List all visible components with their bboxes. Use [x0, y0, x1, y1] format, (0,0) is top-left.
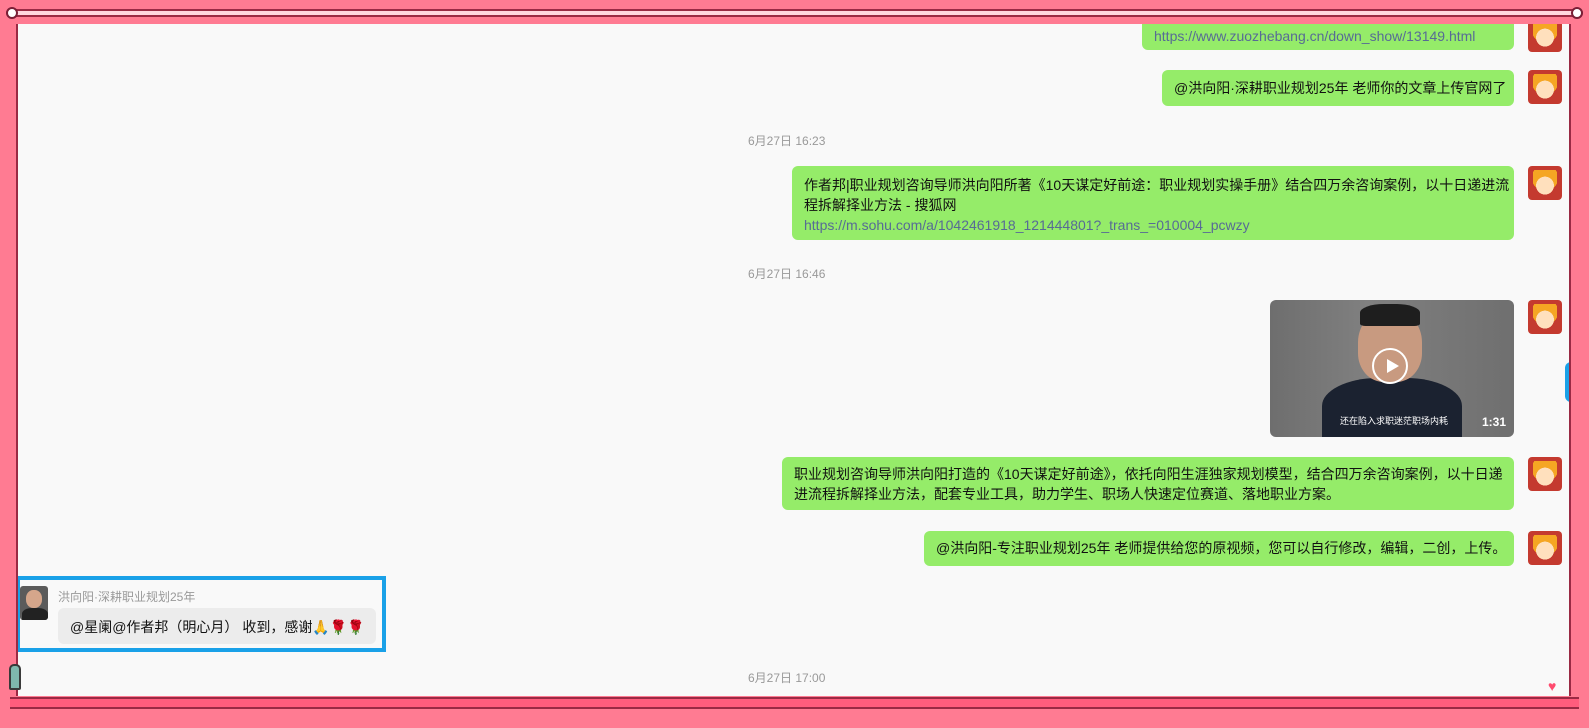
video-message[interactable]: 还在陷入求职迷茫职场内耗 1:31: [1270, 300, 1514, 437]
video-duration: 1:31: [1481, 415, 1506, 429]
my-avatar[interactable]: [1528, 300, 1562, 334]
message-link[interactable]: https://www.zuozhebang.cn/down_show/1314…: [1154, 28, 1475, 44]
side-collapse-tab[interactable]: [1565, 362, 1569, 402]
message-text-line: 进流程拆解择业方法，配套专业工具，助力学生、职场人快速定位赛道、落地职业方案。: [794, 486, 1340, 502]
message-text: @洪向阳-专注职业规划25年 老师提供给您的原视频，您可以自行修改，编辑，二创，…: [936, 540, 1507, 556]
message-bubble-link[interactable]: https://www.zuozhebang.cn/down_show/1314…: [1142, 24, 1514, 50]
my-avatar[interactable]: [1528, 24, 1562, 52]
frame-bottom-bar: [10, 697, 1579, 709]
message-text-line: 作者邦|职业规划咨询导师洪向阳所著《10天谋定好前途：职业规划实操手册》结合四万…: [804, 177, 1510, 193]
message-text-line: 程拆解择业方法 - 搜狐网: [804, 197, 957, 213]
frame-top-bar: [6, 9, 1583, 17]
frame-knob-left-icon: [6, 7, 18, 19]
timestamp: 6月27日 16:46: [748, 267, 826, 281]
heart-icon: ♥: [1548, 678, 1557, 694]
message-bubble[interactable]: 职业规划咨询导师洪向阳打造的《10天谋定好前途》，依托向阳生涯独家规划模型，结合…: [782, 457, 1514, 510]
frame-knob-right-icon: [1571, 7, 1583, 19]
my-avatar[interactable]: [1528, 531, 1562, 565]
message-text: @洪向阳·深耕职业规划25年 老师你的文章上传官网了: [1174, 80, 1507, 96]
sender-avatar[interactable]: [20, 586, 48, 620]
my-avatar[interactable]: [1528, 457, 1562, 491]
message-bubble[interactable]: @洪向阳·深耕职业规划25年 老师你的文章上传官网了: [1162, 70, 1514, 106]
timestamp: 6月27日 17:00: [748, 671, 826, 685]
timestamp: 6月27日 16:23: [748, 134, 826, 148]
message-link[interactable]: https://m.sohu.com/a/1042461918_12144480…: [804, 215, 1502, 235]
sender-name: 洪向阳·深耕职业规划25年: [58, 590, 196, 604]
received-bubble[interactable]: @星阑@作者邦（明心月） 收到，感谢🙏🌹🌹: [58, 608, 376, 644]
message-bubble[interactable]: @洪向阳-专注职业规划25年 老师提供给您的原视频，您可以自行修改，编辑，二创，…: [924, 531, 1514, 566]
received-message-highlighted[interactable]: 洪向阳·深耕职业规划25年 @星阑@作者邦（明心月） 收到，感谢🙏🌹🌹: [18, 576, 386, 652]
chat-message-area[interactable]: https://www.zuozhebang.cn/down_show/1314…: [16, 24, 1571, 696]
video-caption: 还在陷入求职迷茫职场内耗: [1340, 416, 1449, 426]
message-bubble-article[interactable]: 作者邦|职业规划咨询导师洪向阳所著《10天谋定好前途：职业规划实操手册》结合四万…: [792, 166, 1514, 240]
play-icon[interactable]: [1372, 348, 1408, 384]
video-thumbnail-person: [1322, 378, 1462, 437]
my-avatar[interactable]: [1528, 70, 1562, 104]
frame-decoration-icon: [9, 664, 21, 690]
received-text: @星阑@作者邦（明心月） 收到，感谢🙏🌹🌹: [70, 619, 365, 635]
message-text-line: 职业规划咨询导师洪向阳打造的《10天谋定好前途》，依托向阳生涯独家规划模型，结合…: [794, 466, 1503, 482]
my-avatar[interactable]: [1528, 166, 1562, 200]
